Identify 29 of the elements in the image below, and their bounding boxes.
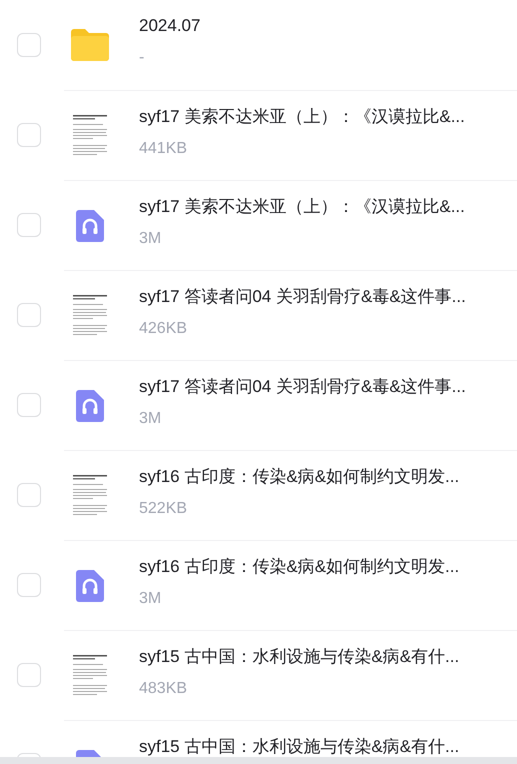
- file-size: 3M: [139, 589, 162, 609]
- file-name: syf17 答读者问04 关羽刮骨疗&毒&这件事...: [139, 286, 466, 308]
- file-name: 2024.07: [139, 15, 200, 37]
- file-size: 483KB: [139, 679, 188, 699]
- folder-icon: [71, 29, 109, 61]
- audio-file-icon: [76, 390, 104, 422]
- checkbox[interactable]: [17, 573, 41, 597]
- file-name: syf17 美索不达米亚（上）：《汉谟拉比&...: [139, 196, 465, 218]
- checkbox[interactable]: [17, 33, 41, 57]
- audio-file-icon: [76, 210, 104, 242]
- file-size: 522KB: [139, 499, 188, 519]
- checkbox[interactable]: [17, 303, 41, 327]
- file-size: 426KB: [139, 319, 188, 339]
- file-name: syf15 古中国：水利设施与传染&病&有什...: [139, 646, 460, 668]
- file-size: 441KB: [139, 139, 188, 159]
- file-size: -: [139, 48, 146, 68]
- file-name: syf16 古印度：传染&病&如何制约文明发...: [139, 556, 460, 578]
- checkbox[interactable]: [17, 123, 41, 147]
- file-size: 3M: [139, 229, 162, 249]
- checkbox[interactable]: [17, 663, 41, 687]
- audio-file-icon: [76, 570, 104, 602]
- file-size: 3M: [139, 409, 162, 429]
- checkbox[interactable]: [17, 483, 41, 507]
- file-name: syf16 古印度：传染&病&如何制约文明发...: [139, 466, 460, 488]
- file-name: syf17 美索不达米亚（上）：《汉谟拉比&...: [139, 106, 465, 128]
- checkbox[interactable]: [17, 213, 41, 237]
- checkbox[interactable]: [17, 393, 41, 417]
- file-name: syf15 古中国：水利设施与传染&病&有什...: [139, 736, 460, 757]
- file-name: syf17 答读者问04 关羽刮骨疗&毒&这件事...: [139, 376, 466, 398]
